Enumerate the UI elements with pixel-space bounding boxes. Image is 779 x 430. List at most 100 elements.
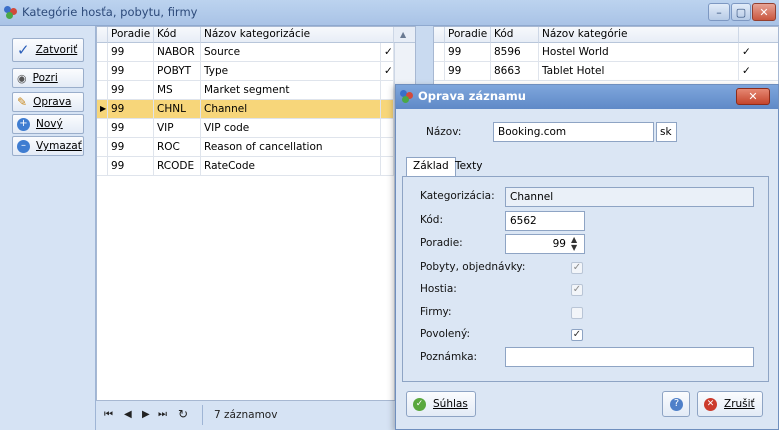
- dialog-title-bar: Oprava záznamu ✕: [396, 85, 778, 109]
- stays-orders-checkbox[interactable]: ✓: [571, 262, 583, 274]
- cell-name: Type: [201, 62, 381, 80]
- edit-button[interactable]: ✎ Oprava: [12, 92, 84, 112]
- cell-check: [381, 81, 394, 99]
- name-label: Názov:: [426, 126, 462, 138]
- code-label: Kód:: [420, 214, 443, 226]
- edit-record-dialog: Oprava záznamu ✕ Názov: Booking.com sk Z…: [395, 84, 779, 430]
- scroll-up-icon: ▲: [400, 30, 407, 39]
- table-row[interactable]: 99 POBYT Type ✓: [97, 62, 394, 81]
- cell-name: Tablet Hotel: [539, 62, 739, 80]
- minus-icon: –: [17, 139, 30, 153]
- confirm-button[interactable]: ✓ Súhlas: [406, 391, 476, 417]
- record-count: 7 záznamov: [214, 409, 278, 421]
- cell-order: 99: [108, 81, 154, 99]
- maximize-button[interactable]: ▢: [731, 3, 751, 21]
- table-row[interactable]: 99 8596 Hostel World ✓: [434, 43, 778, 62]
- guests-checkbox[interactable]: ✓: [571, 284, 583, 296]
- checkmark-icon: ✓: [17, 41, 30, 59]
- row-indicator: [434, 43, 445, 61]
- cell-name: Market segment: [201, 81, 381, 99]
- window-title: Kategórie hosťa, pobytu, firmy: [22, 5, 198, 19]
- confirm-button-label: Súhlas: [433, 398, 468, 410]
- plus-icon: +: [17, 117, 30, 131]
- cell-order: 99: [108, 100, 154, 118]
- grid-scrollbar-top[interactable]: ▲: [394, 27, 415, 43]
- cell-order: 99: [108, 157, 154, 175]
- cell-order: 99: [445, 62, 491, 80]
- minimize-button[interactable]: –: [708, 3, 730, 21]
- grid-footer: ⏮ ◀ ▶ ⏭ ↻ 7 záznamov: [96, 400, 399, 430]
- cell-code: RCODE: [154, 157, 201, 175]
- cell-check: ✓: [739, 43, 778, 61]
- next-record-icon[interactable]: ▶: [142, 409, 150, 420]
- column-header-name[interactable]: Názov kategorizácie: [201, 27, 394, 43]
- window-title-bar: Kategórie hosťa, pobytu, firmy – ▢ ✕: [0, 0, 779, 26]
- current-row-arrow-icon: ▶: [97, 100, 108, 118]
- language-button[interactable]: sk: [656, 122, 677, 142]
- tab-texts[interactable]: Texty: [449, 158, 488, 176]
- cell-name: Source: [201, 43, 381, 61]
- new-button[interactable]: + Nový: [12, 114, 84, 134]
- cell-order: 99: [108, 119, 154, 137]
- eye-icon: ◉: [17, 71, 27, 85]
- note-field[interactable]: [505, 347, 754, 367]
- cell-code: ROC: [154, 138, 201, 156]
- footer-divider: [202, 405, 203, 425]
- help-button[interactable]: ?: [662, 391, 690, 417]
- row-indicator-header: [97, 27, 108, 43]
- refresh-icon[interactable]: ↻: [178, 407, 188, 421]
- categorization-grid[interactable]: Poradie Kód Názov kategorizácie ▲ 99 NABO…: [96, 26, 416, 401]
- new-button-label: Nový: [36, 118, 63, 130]
- table-row[interactable]: 99 NABOR Source ✓: [97, 43, 394, 62]
- column-header-order[interactable]: Poradie: [108, 27, 154, 43]
- last-record-icon[interactable]: ⏭: [158, 409, 167, 420]
- table-row[interactable]: ▶ 99 CHNL Channel: [97, 100, 394, 119]
- row-indicator: [97, 43, 108, 61]
- cell-check: ✓: [739, 62, 778, 80]
- table-row[interactable]: 99 VIP VIP code: [97, 119, 394, 138]
- enabled-checkbox[interactable]: ✓: [571, 329, 583, 341]
- row-indicator: [97, 119, 108, 137]
- firms-label: Firmy:: [420, 306, 452, 318]
- cancel-button[interactable]: ✕ Zrušiť: [697, 391, 763, 417]
- table-row[interactable]: 99 8663 Tablet Hotel ✓: [434, 62, 778, 81]
- first-record-icon[interactable]: ⏮: [104, 409, 113, 420]
- column-header-code[interactable]: Kód: [154, 27, 201, 43]
- table-row[interactable]: 99 RCODE RateCode: [97, 157, 394, 176]
- dialog-title: Oprava záznamu: [418, 89, 526, 103]
- cell-order: 99: [108, 138, 154, 156]
- cell-name: VIP code: [201, 119, 381, 137]
- cell-check: [381, 100, 394, 118]
- previous-record-icon[interactable]: ◀: [124, 409, 132, 420]
- column-header-order[interactable]: Poradie: [445, 27, 491, 43]
- cell-code: CHNL: [154, 100, 201, 118]
- cell-name: Channel: [201, 100, 381, 118]
- view-button[interactable]: ◉ Pozri: [12, 68, 84, 88]
- cell-name: Reason of cancellation: [201, 138, 381, 156]
- table-row[interactable]: 99 ROC Reason of cancellation: [97, 138, 394, 157]
- close-window-button[interactable]: ✕: [752, 3, 776, 21]
- tab-panel-basic: Kategorizácia: Channel Kód: 6562 Poradie…: [402, 176, 769, 382]
- edit-button-label: Oprava: [33, 96, 72, 108]
- firms-checkbox[interactable]: [571, 307, 583, 319]
- column-header-name[interactable]: Názov kategórie: [539, 27, 739, 43]
- categorization-field: Channel: [505, 187, 754, 207]
- guests-label: Hostia:: [420, 283, 457, 295]
- cell-code: MS: [154, 81, 201, 99]
- cell-name: RateCode: [201, 157, 381, 175]
- cell-check: ✓: [381, 43, 394, 61]
- cell-code: VIP: [154, 119, 201, 137]
- column-header-code[interactable]: Kód: [491, 27, 539, 43]
- dialog-close-button[interactable]: ✕: [736, 88, 770, 105]
- close-button[interactable]: ✓ Zatvoriť: [12, 38, 84, 62]
- cell-code: 8596: [491, 43, 539, 61]
- table-row[interactable]: 99 MS Market segment: [97, 81, 394, 100]
- category-grid[interactable]: Poradie Kód Názov kategórie 99 8596 Hostel…: [433, 26, 779, 86]
- code-field[interactable]: 6562: [505, 211, 585, 231]
- stepper-arrows-icon[interactable]: ▲ ▼: [571, 236, 577, 252]
- name-field[interactable]: Booking.com: [493, 122, 654, 142]
- delete-button[interactable]: – Vymazať: [12, 136, 84, 156]
- categorization-label: Kategorizácia:: [420, 190, 495, 202]
- cell-code: 8663: [491, 62, 539, 80]
- cell-check: [381, 119, 394, 137]
